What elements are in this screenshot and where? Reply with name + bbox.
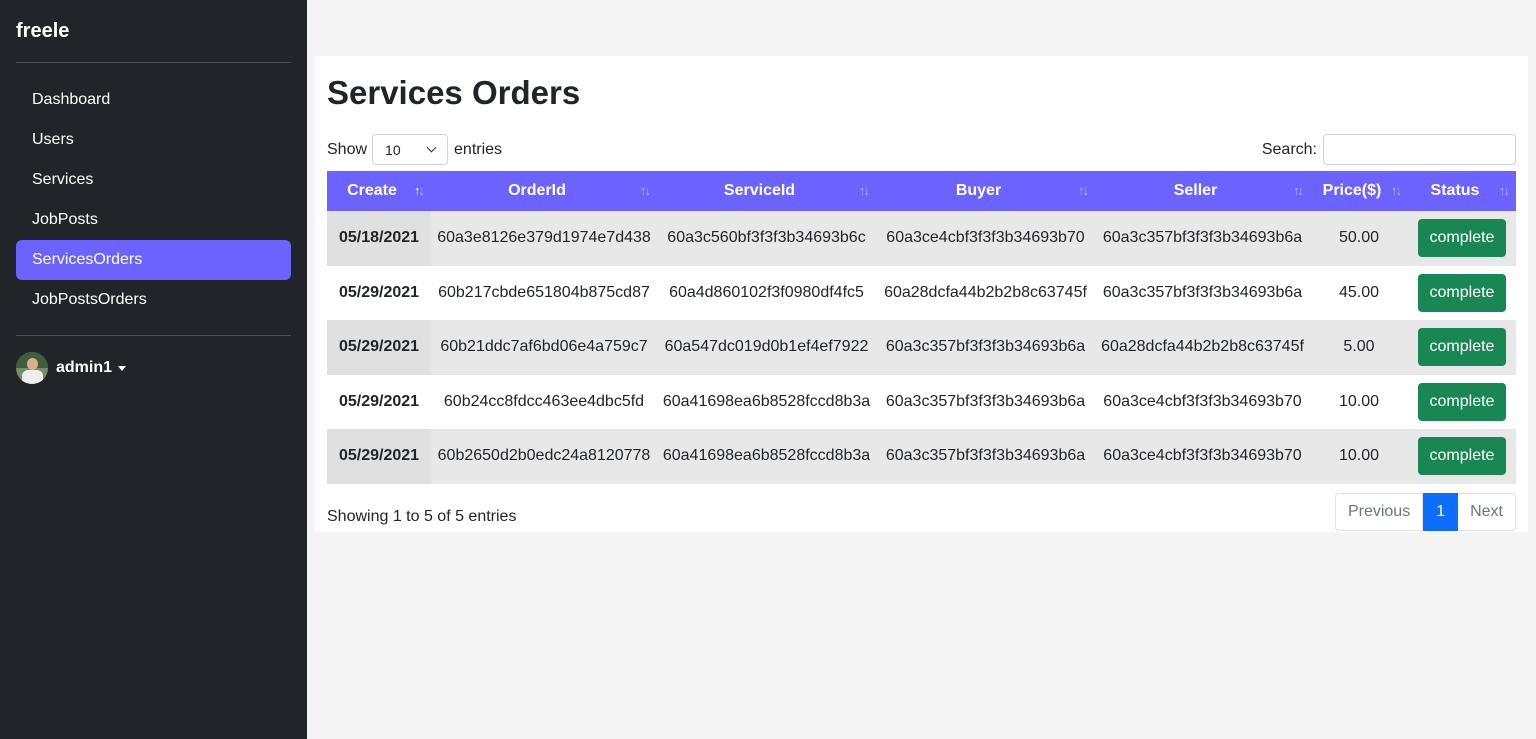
status-button[interactable]: complete: [1417, 437, 1507, 476]
cell-status: complete: [1408, 429, 1516, 484]
brand-logo[interactable]: freele: [16, 20, 69, 43]
cell-serviceid: 60a547dc019d0b1ef4ef7922: [664, 338, 869, 356]
cell-price: 5.00: [1343, 338, 1375, 356]
sidebar-item-jobpostsorders[interactable]: JobPostsOrders: [16, 280, 291, 320]
cell-create: 05/18/2021: [327, 211, 431, 266]
sidebar-item-users[interactable]: Users: [16, 120, 291, 160]
cell-seller: 60a3ce4cbf3f3f3b34693b70: [1103, 392, 1302, 410]
entries-select-value: 10: [385, 141, 401, 158]
cell-status: complete: [1408, 211, 1516, 266]
cell-orderid: 60b217cbde651804b875cd87: [438, 283, 650, 301]
sort-arrows-icon: ↑↓: [1391, 183, 1402, 198]
caret-down-icon: [118, 365, 127, 371]
col-header-status[interactable]: Status ↑↓: [1408, 171, 1516, 211]
cell-serviceid: 60a41698ea6b8528fccd8b3a: [662, 392, 871, 410]
cell-status: complete: [1408, 320, 1516, 375]
user-menu[interactable]: admin1: [16, 352, 127, 384]
orders-table: Create ↑↓ OrderId ↑↓ ServiceId ↑↓ Buyer ↑↓ S…: [327, 171, 1516, 484]
table-row: 05/29/2021 60b217cbde651804b875cd87 60a4…: [327, 265, 1516, 321]
cell-status: complete: [1408, 375, 1516, 430]
col-header-serviceid[interactable]: ServiceId ↑↓: [657, 171, 876, 211]
cell-create: 05/29/2021: [327, 429, 431, 484]
table-row: 05/29/2021 60b24cc8fdcc463ee4dbc5fd 60a4…: [327, 374, 1516, 430]
show-label: Show: [327, 140, 368, 158]
sidebar-divider: [16, 335, 291, 336]
sidebar-item-servicesorders[interactable]: ServicesOrders: [16, 240, 291, 280]
entries-label: entries: [454, 140, 503, 158]
page-title: Services Orders: [327, 74, 581, 111]
avatar: [16, 352, 48, 384]
sidebar-divider: [16, 62, 291, 63]
sidebar-item-dashboard[interactable]: Dashboard: [16, 80, 291, 120]
cell-buyer: 60a28dcfa44b2b2b8c63745f: [884, 283, 1087, 301]
chevron-down-icon: [426, 142, 437, 153]
cell-status: complete: [1408, 266, 1516, 321]
col-header-seller[interactable]: Seller ↑↓: [1095, 171, 1310, 211]
user-name: admin1: [56, 359, 113, 376]
cell-create: 05/29/2021: [327, 265, 431, 320]
cell-create: 05/29/2021: [327, 320, 431, 375]
cell-price: 10.00: [1338, 447, 1380, 465]
sidebar-item-services[interactable]: Services: [16, 160, 291, 200]
cell-buyer: 60a3c357bf3f3f3b34693b6a: [885, 338, 1086, 356]
cell-seller: 60a3c357bf3f3f3b34693b6a: [1102, 283, 1303, 301]
status-button[interactable]: complete: [1417, 219, 1507, 258]
status-button[interactable]: complete: [1417, 328, 1507, 367]
cell-orderid: 60a3e8126e379d1974e7d438: [437, 229, 651, 247]
cell-orderid: 60b21ddc7af6bd06e4a759c7: [440, 338, 648, 356]
sort-arrows-icon: ↑↓: [414, 183, 425, 198]
cell-seller: 60a28dcfa44b2b2b8c63745f: [1101, 338, 1304, 356]
col-header-create[interactable]: Create ↑↓: [327, 171, 431, 211]
search-box: Search:: [1262, 134, 1516, 165]
cell-serviceid: 60a3c560bf3f3f3b34693b6c: [667, 229, 866, 247]
sort-arrows-icon: ↑↓: [1078, 183, 1089, 198]
cell-orderid: 60b24cc8fdcc463ee4dbc5fd: [443, 392, 645, 410]
table-row: 05/29/2021 60b21ddc7af6bd06e4a759c7 60a5…: [327, 320, 1516, 375]
sidebar-nav: Dashboard Users Services JobPosts Servic…: [16, 80, 291, 320]
sort-arrows-icon: ↑↓: [1499, 183, 1510, 198]
table-row: 05/29/2021 60b2650d2b0edc24a8120778 60a4…: [327, 429, 1516, 484]
cell-price: 50.00: [1338, 229, 1380, 247]
cell-seller: 60a3c357bf3f3f3b34693b6a: [1102, 229, 1303, 247]
cell-serviceid: 60a41698ea6b8528fccd8b3a: [662, 447, 871, 465]
cell-price: 45.00: [1338, 283, 1380, 301]
sort-arrows-icon: ↑↓: [1293, 183, 1304, 198]
table-header-row: Create ↑↓ OrderId ↑↓ ServiceId ↑↓ Buyer ↑↓ S…: [327, 171, 1516, 211]
sidebar: freele Dashboard Users Services JobPosts…: [0, 0, 307, 739]
entries-select[interactable]: 10: [372, 134, 449, 165]
cell-create: 05/29/2021: [327, 374, 431, 429]
entries-length: Show 10 entries: [327, 134, 502, 165]
table-info: Showing 1 to 5 of 5 entries: [327, 508, 517, 525]
cell-buyer: 60a3ce4cbf3f3f3b34693b70: [886, 229, 1085, 247]
pagination: Previous 1 Next: [1334, 493, 1516, 531]
col-header-price[interactable]: Price($) ↑↓: [1310, 171, 1408, 211]
cell-price: 10.00: [1338, 392, 1380, 410]
sort-arrows-icon: ↑↓: [859, 183, 870, 198]
col-header-buyer[interactable]: Buyer ↑↓: [876, 171, 1095, 211]
sort-arrows-icon: ↑↓: [640, 183, 651, 198]
orders-card: Services Orders Show 10 entries Search: …: [315, 56, 1528, 532]
status-button[interactable]: complete: [1417, 273, 1507, 312]
col-header-orderid[interactable]: OrderId ↑↓: [431, 171, 657, 211]
sidebar-item-jobposts[interactable]: JobPosts: [16, 200, 291, 240]
pagination-previous[interactable]: Previous: [1334, 493, 1424, 531]
status-button[interactable]: complete: [1417, 382, 1507, 421]
cell-serviceid: 60a4d860102f3f0980df4fc5: [669, 283, 864, 301]
search-input[interactable]: [1323, 134, 1516, 165]
cell-buyer: 60a3c357bf3f3f3b34693b6a: [885, 447, 1086, 465]
cell-orderid: 60b2650d2b0edc24a8120778: [437, 447, 651, 465]
pagination-page-1[interactable]: 1: [1423, 493, 1459, 531]
cell-buyer: 60a3c357bf3f3f3b34693b6a: [885, 392, 1086, 410]
table-row: 05/18/2021 60a3e8126e379d1974e7d438 60a3…: [327, 211, 1516, 266]
search-label: Search:: [1261, 140, 1317, 158]
cell-seller: 60a3ce4cbf3f3f3b34693b70: [1103, 447, 1302, 465]
pagination-next[interactable]: Next: [1458, 493, 1516, 531]
